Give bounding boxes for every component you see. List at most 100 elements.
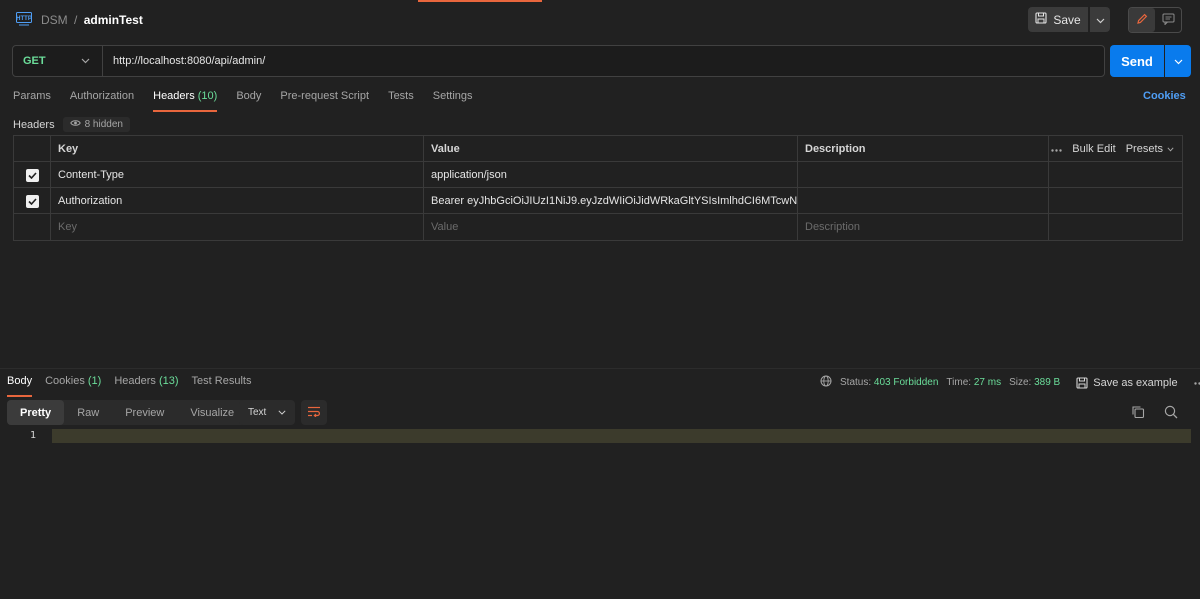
tab-authorization[interactable]: Authorization xyxy=(70,90,134,110)
eye-icon xyxy=(69,119,81,130)
save-button[interactable]: Save xyxy=(1028,7,1088,32)
column-header-value: Value xyxy=(424,136,798,162)
search-icon[interactable] xyxy=(1164,405,1178,422)
response-meta: Status: 403 Forbidden Time: 27 ms Size: … xyxy=(820,375,1200,390)
send-button[interactable]: Send xyxy=(1110,45,1164,77)
chevron-down-icon xyxy=(81,55,90,67)
new-value-input[interactable]: Value xyxy=(424,214,798,240)
hidden-headers-toggle[interactable]: 8 hidden xyxy=(62,117,130,132)
save-group: Save xyxy=(1028,7,1110,32)
header-key-cell[interactable]: Content-Type xyxy=(51,162,424,188)
edit-mode-button[interactable] xyxy=(1129,8,1155,32)
table-row: Content-Type application/json xyxy=(14,162,1182,188)
tab-body[interactable]: Body xyxy=(236,90,261,110)
bulk-edit-button[interactable]: Bulk Edit xyxy=(1072,143,1115,155)
save-options-button[interactable] xyxy=(1090,7,1110,32)
view-raw-button[interactable]: Raw xyxy=(64,400,112,425)
breadcrumb: DSM / adminTest xyxy=(41,13,143,27)
time-info[interactable]: Time: 27 ms xyxy=(946,377,1001,388)
wrap-lines-icon xyxy=(307,406,321,420)
table-row: Authorization Bearer eyJhbGciOiJIUzI1NiJ… xyxy=(14,188,1182,214)
headers-count: (10) xyxy=(197,90,218,102)
response-tab-cookies[interactable]: Cookies (1) xyxy=(45,375,101,395)
mode-toggle xyxy=(1128,7,1182,33)
response-tabs: Body Cookies (1) Headers (13) Test Resul… xyxy=(7,375,252,397)
breadcrumb-request-name[interactable]: adminTest xyxy=(84,13,143,27)
comments-button[interactable] xyxy=(1155,8,1181,32)
row-checkbox-cell xyxy=(14,214,51,240)
column-header-description: Description xyxy=(798,136,1049,162)
response-tab-test-results[interactable]: Test Results xyxy=(192,375,252,395)
top-bar: HTTP DSM / adminTest Save xyxy=(0,0,1200,40)
header-description-cell[interactable] xyxy=(798,162,1049,188)
headers-table: Key Value Description Bulk Edit Presets … xyxy=(13,135,1183,241)
url-bar: GET xyxy=(12,45,1105,77)
method-select[interactable]: GET xyxy=(13,46,103,76)
column-header-key: Key xyxy=(51,136,424,162)
breadcrumb-workspace[interactable]: DSM xyxy=(41,13,68,27)
save-as-example-button[interactable]: Save as example xyxy=(1076,376,1178,389)
table-actions: Bulk Edit Presets xyxy=(1049,136,1182,162)
send-options-button[interactable] xyxy=(1165,45,1191,77)
copy-icon[interactable] xyxy=(1131,405,1145,422)
globe-icon[interactable] xyxy=(820,375,832,390)
table-row-placeholder: Key Value Description xyxy=(14,214,1182,240)
cookies-link[interactable]: Cookies xyxy=(1143,90,1186,102)
active-line-highlight xyxy=(52,429,1191,443)
header-check-cell xyxy=(14,136,51,162)
http-request-icon: HTTP xyxy=(16,12,32,26)
chevron-down-icon xyxy=(1174,54,1183,68)
table-header-row: Key Value Description Bulk Edit Presets xyxy=(14,136,1182,162)
new-key-input[interactable]: Key xyxy=(51,214,424,240)
response-editor[interactable]: 1 xyxy=(0,429,1191,443)
chevron-down-icon xyxy=(1167,146,1174,152)
row-checkbox-cell xyxy=(14,188,51,214)
presets-dropdown[interactable]: Presets xyxy=(1126,143,1174,155)
row-actions-cell xyxy=(1049,214,1182,240)
format-select[interactable]: Text xyxy=(239,400,295,425)
tab-headers[interactable]: Headers (10) xyxy=(153,90,218,112)
send-group: Send xyxy=(1110,45,1191,77)
headers-section-header: Headers 8 hidden xyxy=(13,117,130,132)
breadcrumb-separator: / xyxy=(74,13,78,27)
status-info[interactable]: Status: 403 Forbidden xyxy=(840,377,938,388)
tab-pre-request-script[interactable]: Pre-request Script xyxy=(280,90,369,110)
row-actions-cell xyxy=(1049,162,1182,188)
headers-section-title: Headers xyxy=(13,118,55,131)
response-divider[interactable] xyxy=(0,368,1200,369)
wrap-lines-button[interactable] xyxy=(301,400,327,425)
row-enabled-checkbox[interactable] xyxy=(25,194,39,208)
header-value-cell[interactable]: Bearer eyJhbGciOiJIUzI1NiJ9.eyJzdWIiOiJi… xyxy=(424,188,798,214)
view-visualize-button[interactable]: Visualize xyxy=(177,400,247,425)
time-value: 27 ms xyxy=(973,377,1002,388)
more-options-icon[interactable] xyxy=(1193,377,1200,388)
chevron-down-icon xyxy=(278,407,286,418)
response-tab-headers[interactable]: Headers (13) xyxy=(114,375,178,395)
row-enabled-checkbox[interactable] xyxy=(25,168,39,182)
more-icon[interactable] xyxy=(1051,143,1062,155)
view-pretty-button[interactable]: Pretty xyxy=(7,400,65,425)
status-badge: 403 Forbidden xyxy=(873,377,939,388)
tab-params[interactable]: Params xyxy=(13,90,51,110)
size-info[interactable]: Size: 389 B xyxy=(1009,377,1060,388)
svg-text:HTTP: HTTP xyxy=(16,16,32,22)
hidden-headers-count: 8 hidden xyxy=(84,119,123,130)
tab-tests[interactable]: Tests xyxy=(388,90,414,110)
chevron-down-icon xyxy=(1096,13,1105,27)
pencil-icon xyxy=(1136,13,1148,28)
header-key-cell[interactable]: Authorization xyxy=(51,188,424,214)
format-label: Text xyxy=(248,407,267,418)
response-tab-body[interactable]: Body xyxy=(7,375,33,397)
tab-settings[interactable]: Settings xyxy=(433,90,473,110)
header-value-cell[interactable]: application/json xyxy=(424,162,798,188)
save-icon xyxy=(1076,376,1088,389)
new-description-input[interactable]: Description xyxy=(798,214,1049,240)
url-input[interactable] xyxy=(103,46,1104,76)
request-tabs: Params Authorization Headers (10) Body P… xyxy=(13,90,473,112)
row-actions-cell xyxy=(1049,188,1182,214)
check-icon xyxy=(27,197,37,205)
view-preview-button[interactable]: Preview xyxy=(112,400,177,425)
method-label: GET xyxy=(23,55,46,67)
row-checkbox-cell xyxy=(14,162,51,188)
header-description-cell[interactable] xyxy=(798,188,1049,214)
